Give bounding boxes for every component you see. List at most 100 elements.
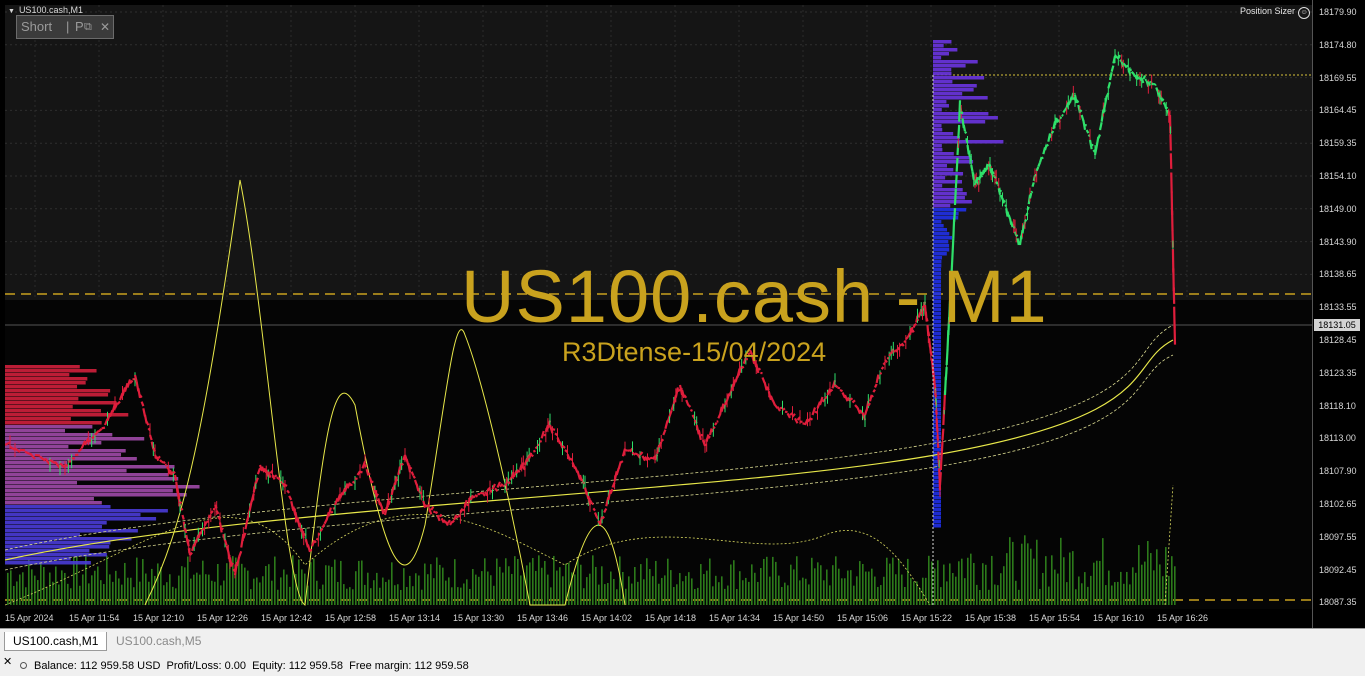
volume-bar: [853, 585, 855, 605]
price-segment: [181, 514, 185, 520]
price-segment: [1151, 82, 1154, 86]
time-axis[interactable]: 15 Apr 2024 15 Apr 11:54 15 Apr 12:10 15 Ap…: [0, 609, 1312, 628]
volume-bar: [682, 581, 684, 605]
volume-profile-bar: [933, 48, 958, 52]
price-segment: [980, 174, 984, 178]
price-segment: [412, 475, 416, 479]
volume-profile-bar: [933, 368, 941, 372]
volume-bar: [352, 589, 354, 605]
price-segment: [874, 383, 878, 388]
volume-bar: [460, 587, 462, 605]
volume-bar: [1090, 575, 1092, 605]
panel-p-label[interactable]: P: [75, 16, 84, 38]
volume-bar: [913, 581, 915, 605]
volume-bar: [652, 576, 654, 605]
volume-bar: [1159, 564, 1161, 605]
volume-bar: [463, 583, 465, 605]
close-icon[interactable]: ✕: [3, 655, 12, 668]
volume-bar: [382, 577, 384, 605]
volume-bar: [883, 576, 885, 605]
short-trade-panel[interactable]: Short | P ⧉ ✕: [16, 15, 114, 39]
volume-profile-bar: [933, 208, 967, 212]
tab-us100-m5[interactable]: US100.cash,M5: [108, 632, 209, 650]
tab-us100-m1[interactable]: US100.cash,M1: [4, 632, 108, 651]
volume-bar: [796, 556, 798, 605]
volume-bar: [1003, 566, 1005, 605]
price-segment: [179, 501, 183, 505]
volume-bar: [331, 566, 333, 605]
price-segment: [1059, 116, 1062, 120]
volume-bar: [1009, 537, 1011, 605]
price-segment: [592, 507, 596, 512]
price-segment: [1037, 162, 1042, 168]
volume-bar: [610, 571, 612, 605]
volume-bar: [1108, 570, 1110, 605]
volume-profile-bar: [933, 188, 963, 192]
price-segment: [284, 483, 288, 487]
volume-bar: [448, 577, 450, 605]
price-axis[interactable]: 18179.90 18174.80 18169.55 18164.45 18159.35…: [1312, 0, 1365, 628]
volume-profile-bar: [933, 92, 963, 96]
price-segment: [1080, 114, 1085, 121]
volume-bar: [127, 577, 129, 605]
volume-profile-bar: [933, 352, 941, 356]
volume-profile-bar: [933, 144, 942, 148]
volume-bar: [799, 580, 801, 605]
volume-profile-bar: [933, 232, 950, 236]
volume-bar: [1117, 581, 1119, 605]
price-segment: [837, 386, 841, 390]
restore-window-icon[interactable]: ⧉: [84, 16, 92, 38]
volume-bar: [511, 573, 513, 605]
price-axis-label: 18128.45: [1319, 335, 1357, 345]
volume-profile-bar: [5, 489, 173, 493]
volume-bar: [1030, 548, 1032, 605]
close-icon[interactable]: ✕: [100, 16, 110, 38]
price-segment: [712, 426, 716, 430]
volume-profile-bar: [933, 128, 943, 132]
price-segment: [1154, 83, 1157, 87]
volume-bar: [958, 561, 960, 605]
volume-bar: [1063, 557, 1065, 605]
volume-bar: [664, 575, 666, 605]
volume-bar: [781, 586, 783, 605]
volume-profile-bar: [933, 192, 967, 196]
price-segment: [1007, 214, 1012, 220]
volume-bar: [373, 580, 375, 605]
price-segment: [1061, 114, 1064, 117]
volume-bar: [505, 558, 507, 605]
time-axis-label: 15 Apr 15:22: [901, 613, 953, 623]
volume-bar: [805, 578, 807, 605]
volume-profile-bar: [933, 220, 942, 224]
volume-bar: [520, 575, 522, 605]
volume-profile-bar: [5, 501, 102, 505]
volume-bar: [508, 566, 510, 605]
volume-profile-bar: [5, 409, 101, 413]
short-label[interactable]: Short: [21, 16, 52, 38]
volume-profile-bar: [933, 244, 950, 248]
volume-bar: [244, 567, 246, 605]
time-axis-label: 15 Apr 14:50: [773, 613, 825, 623]
volume-bar: [772, 556, 774, 605]
volume-bar: [124, 562, 126, 605]
price-axis-label: 18164.45: [1319, 105, 1357, 116]
volume-bar: [43, 566, 45, 605]
price-segment: [515, 469, 520, 474]
volume-bar: [1027, 543, 1029, 605]
position-sizer-button[interactable]: Position Sizer ☺: [1240, 6, 1311, 19]
price-segment: [367, 472, 371, 476]
volume-bar: [328, 565, 330, 605]
volume-bar: [340, 560, 342, 605]
price-segment: [180, 507, 184, 511]
chart-window[interactable]: ▼ US100.cash,M1 Short | P ⧉ ✕ Position Si…: [0, 0, 1365, 628]
volume-bar: [94, 570, 96, 605]
volume-bar: [436, 557, 438, 605]
dropdown-arrow-icon[interactable]: ▼: [8, 8, 15, 15]
account-status-text: Balance: 112 959.58 USD Profit/Loss: 0.0…: [34, 660, 469, 672]
volume-bar: [979, 589, 981, 605]
volume-bar: [475, 574, 477, 605]
volume-bar: [406, 586, 408, 605]
volume-bar: [379, 587, 381, 605]
volume-profile-bar: [933, 60, 978, 64]
volume-bar: [676, 584, 678, 605]
price-segment: [1079, 109, 1083, 113]
